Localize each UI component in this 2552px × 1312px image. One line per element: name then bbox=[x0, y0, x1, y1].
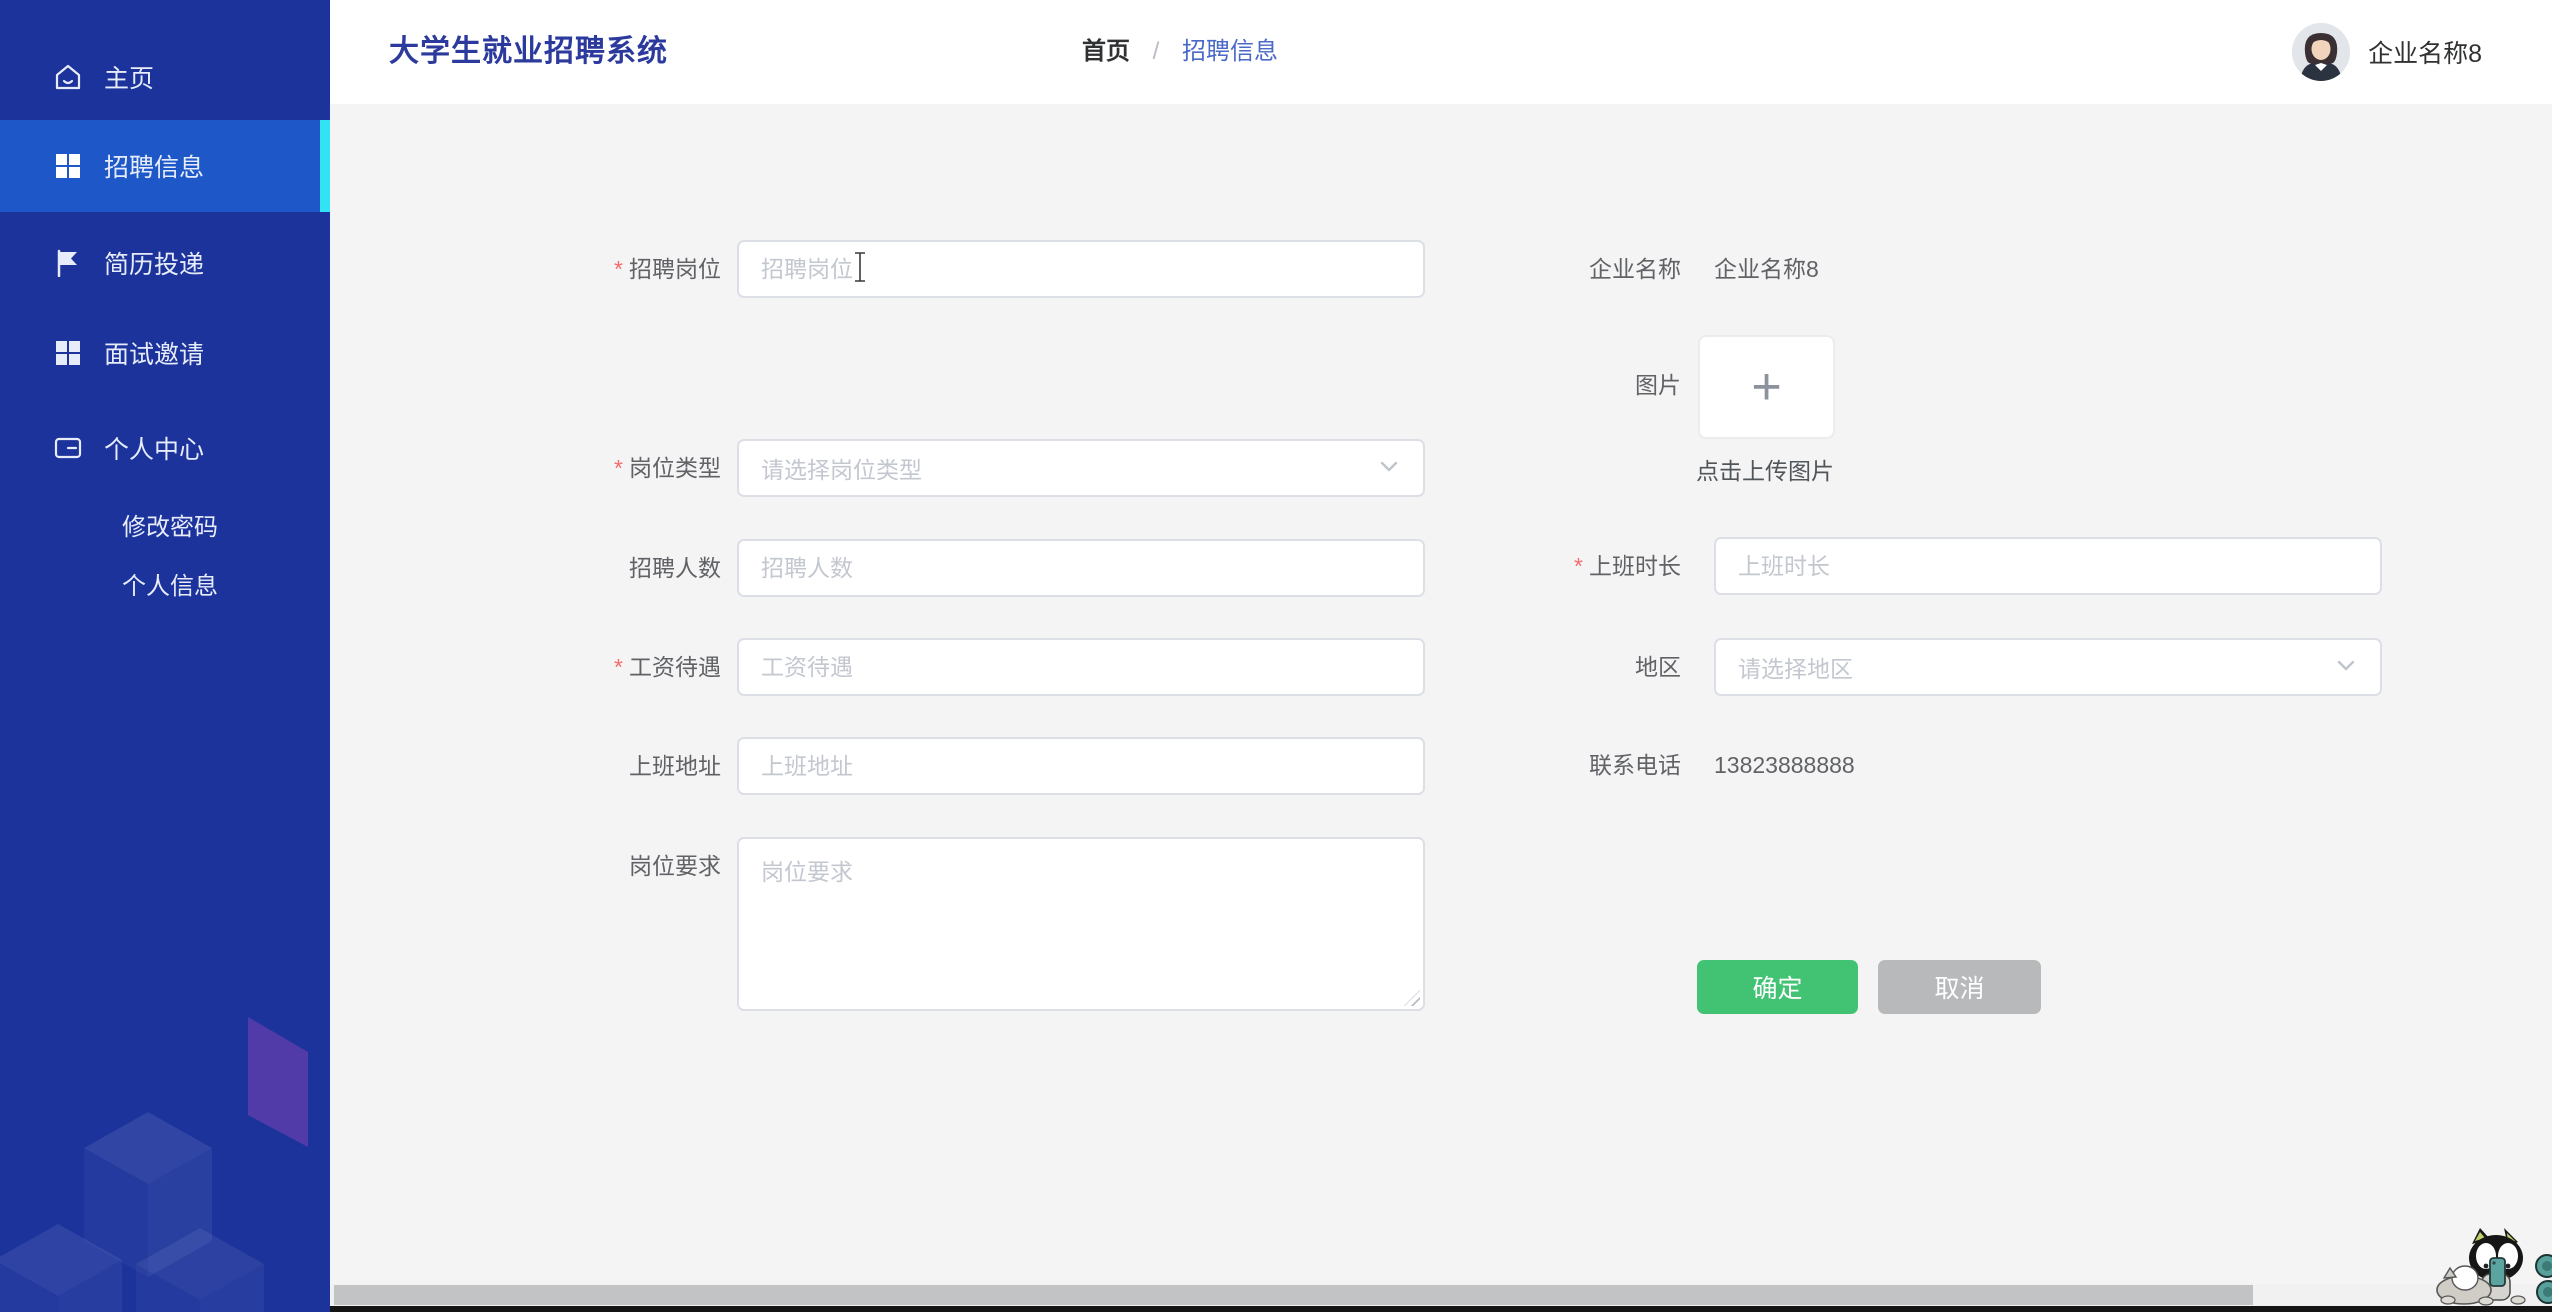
breadcrumb-separator: / bbox=[1153, 38, 1160, 65]
field-label-phone: 联系电话 bbox=[1380, 736, 1681, 794]
post-type-select[interactable]: 请选择岗位类型 bbox=[737, 439, 1425, 497]
horizontal-scrollbar-track bbox=[330, 1284, 2552, 1306]
grid-icon bbox=[54, 339, 82, 367]
work-hours-input[interactable] bbox=[1714, 537, 2382, 595]
post-input[interactable] bbox=[737, 240, 1425, 298]
select-placeholder: 请选择地区 bbox=[1738, 650, 2334, 684]
field-label-region: 地区 bbox=[1380, 638, 1681, 696]
sidebar-item-resume-delivery[interactable]: 简历投递 bbox=[0, 231, 330, 295]
image-upload-box[interactable]: + bbox=[1698, 335, 1835, 439]
field-label-company-name: 企业名称 bbox=[1380, 240, 1681, 298]
text-cursor-icon bbox=[852, 251, 868, 288]
card-icon bbox=[54, 434, 82, 462]
user-name: 企业名称8 bbox=[2368, 34, 2482, 70]
field-label-salary: *工资待遇 bbox=[380, 638, 721, 696]
field-label-headcount: 招聘人数 bbox=[380, 539, 721, 597]
upload-hint: 点击上传图片 bbox=[1690, 452, 1840, 486]
grid-icon bbox=[54, 152, 82, 180]
home-icon bbox=[54, 63, 82, 91]
region-select[interactable]: 请选择地区 bbox=[1714, 638, 2382, 696]
sidebar-subitem-personal-info[interactable]: 个人信息 bbox=[0, 553, 330, 613]
chevron-down-icon bbox=[2334, 653, 2358, 682]
field-label-requirements: 岗位要求 bbox=[380, 837, 721, 895]
phone-value: 13823888888 bbox=[1714, 736, 1855, 794]
page-title: 大学生就业招聘系统 bbox=[389, 0, 668, 104]
field-label-image: 图片 bbox=[1380, 356, 1681, 414]
breadcrumb-current: 招聘信息 bbox=[1182, 38, 1278, 65]
sidebar-item-recruit-info[interactable]: 招聘信息 bbox=[0, 120, 330, 212]
user-menu[interactable]: 企业名称8 bbox=[2292, 23, 2482, 81]
required-marker: * bbox=[614, 455, 623, 481]
sidebar: 主页 招聘信息 简历投递 bbox=[0, 0, 330, 1312]
app-screen: 主页 招聘信息 简历投递 bbox=[0, 0, 2552, 1312]
breadcrumb-home[interactable]: 首页 bbox=[1082, 38, 1130, 65]
sidebar-item-label: 个人中心 bbox=[104, 430, 204, 466]
sidebar-item-personal-center[interactable]: 个人中心 bbox=[0, 416, 330, 480]
headcount-input[interactable] bbox=[737, 539, 1425, 597]
sidebar-item-label: 主页 bbox=[104, 59, 154, 95]
window-bottom-edge bbox=[0, 1306, 2552, 1312]
sidebar-item-label: 简历投递 bbox=[104, 245, 204, 281]
requirements-textarea[interactable] bbox=[737, 837, 1425, 1011]
salary-input[interactable] bbox=[737, 638, 1425, 696]
sidebar-decor-graphic bbox=[0, 932, 330, 1312]
requirements-textarea-wrap bbox=[737, 837, 1425, 1011]
sidebar-item-label: 招聘信息 bbox=[104, 148, 204, 184]
required-marker: * bbox=[614, 654, 623, 680]
confirm-button[interactable]: 确定 bbox=[1697, 960, 1858, 1014]
field-label-work-hours: *上班时长 bbox=[1380, 537, 1681, 595]
field-label-post-type: *岗位类型 bbox=[380, 439, 721, 497]
horizontal-scrollbar-thumb[interactable] bbox=[334, 1285, 2253, 1305]
sidebar-item-home[interactable]: 主页 bbox=[0, 45, 330, 109]
avatar bbox=[2292, 23, 2350, 81]
field-label-post: *招聘岗位 bbox=[380, 240, 721, 298]
flag-icon bbox=[54, 249, 82, 277]
sidebar-subitem-change-password[interactable]: 修改密码 bbox=[0, 494, 330, 554]
sidebar-item-interview-invite[interactable]: 面试邀请 bbox=[0, 321, 330, 385]
plus-icon: + bbox=[1751, 361, 1781, 413]
breadcrumb: 首页 / 招聘信息 bbox=[1082, 0, 1278, 104]
select-placeholder: 请选择岗位类型 bbox=[761, 451, 1377, 485]
sidebar-item-label: 面试邀请 bbox=[104, 335, 204, 371]
field-label-work-address: 上班地址 bbox=[380, 737, 721, 795]
chevron-down-icon bbox=[1377, 454, 1401, 483]
sidebar-subitem-label: 个人信息 bbox=[122, 566, 218, 601]
required-marker: * bbox=[614, 256, 623, 282]
cancel-button[interactable]: 取消 bbox=[1878, 960, 2041, 1014]
header: 大学生就业招聘系统 首页 / 招聘信息 企业名称8 bbox=[330, 0, 2552, 104]
company-name-value: 企业名称8 bbox=[1714, 240, 1819, 298]
required-marker: * bbox=[1574, 553, 1583, 579]
work-address-input[interactable] bbox=[737, 737, 1425, 795]
sidebar-subitem-label: 修改密码 bbox=[122, 507, 218, 542]
